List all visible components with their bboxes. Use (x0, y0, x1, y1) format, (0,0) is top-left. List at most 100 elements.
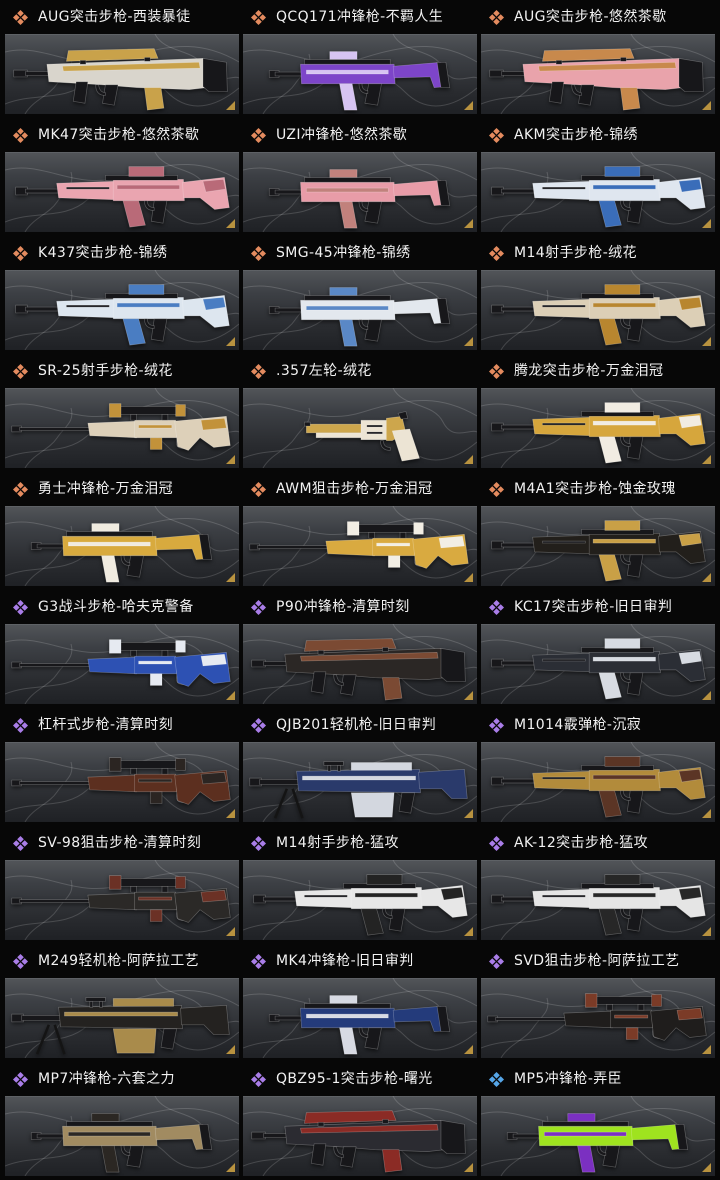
rarity-diamond-icon (250, 1071, 267, 1087)
skin-name: SV-98狙击步枪-清算时刻 (38, 835, 202, 851)
skin-card[interactable]: MP7冲锋枪-六套之力 (5, 1062, 239, 1180)
skin-card[interactable]: QCQ171冲锋枪-不羁人生 (243, 0, 477, 118)
skin-card[interactable]: AUG突击步枪-悠然茶歇 (481, 0, 715, 118)
card-header: M14射手步枪-绒花 (481, 236, 715, 270)
card-header: AKM突击步枪-锦绣 (481, 118, 715, 152)
assault-rifle-icon (491, 638, 706, 700)
rarity-diamond-icon (12, 835, 29, 851)
assault-rifle-icon (491, 284, 706, 346)
card-header: M249轻机枪-阿萨拉工艺 (5, 944, 239, 978)
card-header: M1014霰弹枪-沉寂 (481, 708, 715, 742)
skin-card[interactable]: AKM突击步枪-锦绣 (481, 118, 715, 236)
rarity-diamond-icon (488, 953, 505, 969)
skin-card[interactable]: 杠杆式步枪-清算时刻 (5, 708, 239, 826)
card-header: UZI冲锋枪-悠然茶歇 (243, 118, 477, 152)
weapon-preview-panel (481, 506, 715, 586)
card-header: AUG突击步枪-西装暴徒 (5, 0, 239, 34)
assault-rifle-icon (15, 284, 230, 346)
skin-card[interactable]: M14射手步枪-猛攻 (243, 826, 477, 944)
skin-card[interactable]: SMG-45冲锋枪-锦绣 (243, 236, 477, 354)
skin-card[interactable]: AK-12突击步枪-猛攻 (481, 826, 715, 944)
sniper-rifle-icon (249, 521, 469, 569)
skin-card[interactable]: MP5冲锋枪-弄臣 (481, 1062, 715, 1180)
skin-card[interactable]: M14射手步枪-绒花 (481, 236, 715, 354)
skin-card[interactable]: QBZ95-1突击步枪-曙光 (243, 1062, 477, 1180)
skin-name: AWM狙击步枪-万金泪冠 (276, 481, 433, 497)
skin-card[interactable]: 勇士冲锋枪-万金泪冠 (5, 472, 239, 590)
rarity-diamond-icon (488, 481, 505, 497)
skin-card[interactable]: K437突击步枪-锦绣 (5, 236, 239, 354)
skin-card[interactable]: M1014霰弹枪-沉寂 (481, 708, 715, 826)
skin-card[interactable]: 腾龙突击步枪-万金泪冠 (481, 354, 715, 472)
skin-card[interactable]: AUG突击步枪-西装暴徒 (5, 0, 239, 118)
skin-name: SVD狙击步枪-阿萨拉工艺 (514, 953, 680, 969)
skin-name: KC17突击步枪-旧日审判 (514, 599, 673, 615)
smg-icon (30, 1113, 213, 1173)
skin-card[interactable]: G3战斗步枪-哈夫克警备 (5, 590, 239, 708)
rarity-diamond-icon (12, 717, 29, 733)
skin-name: M1014霰弹枪-沉寂 (514, 717, 642, 733)
skin-name: 勇士冲锋枪-万金泪冠 (38, 481, 174, 497)
skin-card[interactable]: SVD狙击步枪-阿萨拉工艺 (481, 944, 715, 1062)
card-header: K437突击步枪-锦绣 (5, 236, 239, 270)
skin-card[interactable]: SR-25射手步枪-绒花 (5, 354, 239, 472)
card-header: SMG-45冲锋枪-锦绣 (243, 236, 477, 270)
card-header: SR-25射手步枪-绒花 (5, 354, 239, 388)
assault-rifle-icon (491, 756, 706, 818)
skin-name: QJB201轻机枪-旧日审判 (276, 717, 437, 733)
card-header: G3战斗步枪-哈夫克警备 (5, 590, 239, 624)
skin-name: AUG突击步枪-悠然茶歇 (514, 9, 667, 25)
weapon-preview-panel (243, 152, 477, 232)
weapon-preview-panel (243, 34, 477, 114)
card-header: MK47突击步枪-悠然茶歇 (5, 118, 239, 152)
sniper-rifle-icon (11, 875, 231, 923)
rarity-diamond-icon (12, 9, 29, 25)
skin-card[interactable]: P90冲锋枪-清算时刻 (243, 590, 477, 708)
rarity-diamond-icon (488, 599, 505, 615)
skin-card[interactable]: QJB201轻机枪-旧日审判 (243, 708, 477, 826)
card-header: MP7冲锋枪-六套之力 (5, 1062, 239, 1096)
card-header: QCQ171冲锋枪-不羁人生 (243, 0, 477, 34)
skin-name: MP5冲锋枪-弄臣 (514, 1071, 623, 1087)
skin-grid: AUG突击步枪-西装暴徒 QCQ171冲锋枪-不羁人生 AUG突击步枪-悠然茶歇 MK… (0, 0, 720, 1180)
skin-name: QBZ95-1突击步枪-曙光 (276, 1071, 433, 1087)
sniper-rifle-icon (11, 757, 231, 805)
weapon-preview-panel (5, 860, 239, 940)
weapon-preview-panel (243, 978, 477, 1058)
card-header: 勇士冲锋枪-万金泪冠 (5, 472, 239, 506)
skin-card[interactable]: MK4冲锋枪-旧日审判 (243, 944, 477, 1062)
rarity-diamond-icon (488, 835, 505, 851)
skin-card[interactable]: M249轻机枪-阿萨拉工艺 (5, 944, 239, 1062)
lmg-icon (249, 761, 468, 819)
skin-name: AK-12突击步枪-猛攻 (514, 835, 649, 851)
skin-card[interactable]: .357左轮-绒花 (243, 354, 477, 472)
sniper-rifle-icon (11, 403, 231, 451)
skin-card[interactable]: MK47突击步枪-悠然茶歇 (5, 118, 239, 236)
rarity-diamond-icon (250, 953, 267, 969)
weapon-preview-panel (5, 506, 239, 586)
rarity-diamond-icon (12, 953, 29, 969)
skin-card[interactable]: UZI冲锋枪-悠然茶歇 (243, 118, 477, 236)
card-header: AWM狙击步枪-万金泪冠 (243, 472, 477, 506)
card-header: SVD狙击步枪-阿萨拉工艺 (481, 944, 715, 978)
skin-card[interactable]: M4A1突击步枪-蚀金玫瑰 (481, 472, 715, 590)
skin-card[interactable]: AWM狙击步枪-万金泪冠 (243, 472, 477, 590)
skin-name: .357左轮-绒花 (276, 363, 372, 379)
card-header: MK4冲锋枪-旧日审判 (243, 944, 477, 978)
assault-rifle-icon (253, 874, 468, 936)
rarity-diamond-icon (12, 481, 29, 497)
skin-name: K437突击步枪-锦绣 (38, 245, 168, 261)
weapon-preview-panel (243, 860, 477, 940)
assault-rifle-icon (15, 166, 230, 228)
bullpup-rifle-icon (489, 48, 704, 111)
skin-name: UZI冲锋枪-悠然茶歇 (276, 127, 408, 143)
bullpup-rifle-icon (251, 1110, 466, 1173)
assault-rifle-icon (491, 402, 706, 464)
skin-card[interactable]: SV-98狙击步枪-清算时刻 (5, 826, 239, 944)
skin-card[interactable]: KC17突击步枪-旧日审判 (481, 590, 715, 708)
rarity-diamond-icon (250, 717, 267, 733)
sniper-rifle-icon (11, 639, 231, 687)
weapon-preview-panel (5, 270, 239, 350)
rarity-diamond-icon (250, 9, 267, 25)
sniper-rifle-icon (487, 993, 707, 1041)
